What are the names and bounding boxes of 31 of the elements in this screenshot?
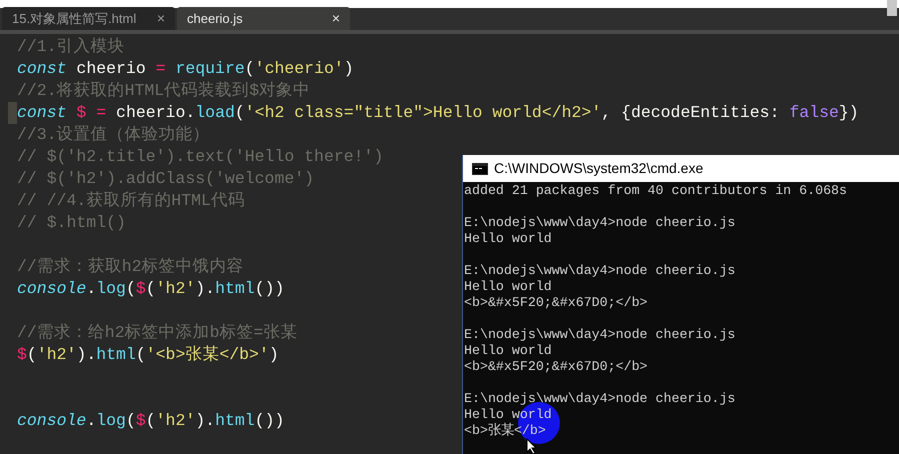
code-line: const $ = cheerio.load('<h2 class="title">Hello world</h2>', {decodeEntities: false}) (17, 102, 859, 124)
code-line: //3.设置值（体验功能） (17, 124, 210, 146)
console-line: E:\nodejs\www\day4>node cheerio.js (464, 327, 736, 343)
code-line: $('h2').html('<b>张某</b>') (17, 344, 279, 366)
code-line: // //4.获取所有的HTML代码 (17, 190, 245, 212)
file-tab[interactable]: 15.对象属性简写.html × (2, 7, 175, 30)
console-line: Hello world (464, 279, 552, 295)
terminal-icon (472, 162, 488, 174)
code-line: // $.html() (17, 212, 126, 234)
code-line: //需求：获取h2标签中饿内容 (17, 256, 244, 278)
console-line: E:\nodejs\www\day4>node cheerio.js (464, 263, 736, 279)
console-line: E:\nodejs\www\day4>node cheerio.js (464, 391, 736, 407)
file-tab[interactable]: cheerio.js × (177, 7, 350, 30)
code-line: //1.引入模块 (17, 36, 125, 58)
console-line: added 21 packages from 40 contributors in 6.068s (464, 183, 848, 199)
code-line: // $('h2.title').text('Hello there!') (17, 146, 384, 168)
close-icon[interactable]: × (332, 8, 340, 29)
code-line: //需求：给h2标签中添加b标签=张某 (17, 322, 298, 344)
console-line: <b>&#x5F20;&#x67D0;</b> (464, 295, 648, 311)
console-line: Hello world (464, 343, 552, 359)
console-line: Hello world (464, 231, 552, 247)
code-line: // $('h2').addClass('welcome') (17, 168, 314, 190)
console-line: E:\nodejs\www\day4>node cheerio.js (464, 215, 736, 231)
window-title: C:\WINDOWS\system32\cmd.exe (494, 159, 704, 178)
code-line: console.log($('h2').html()) (17, 278, 284, 300)
close-icon[interactable]: × (156, 8, 165, 29)
app-icon[interactable] (887, 0, 897, 16)
code-line: //2.将获取的HTML代码装载到$对象中 (17, 80, 310, 102)
code-line: console.log($('h2').html()) (17, 410, 284, 432)
console-line: <b>&#x5F20;&#x67D0;</b> (464, 359, 648, 375)
code-line: const cheerio = require('cheerio') (17, 58, 354, 80)
